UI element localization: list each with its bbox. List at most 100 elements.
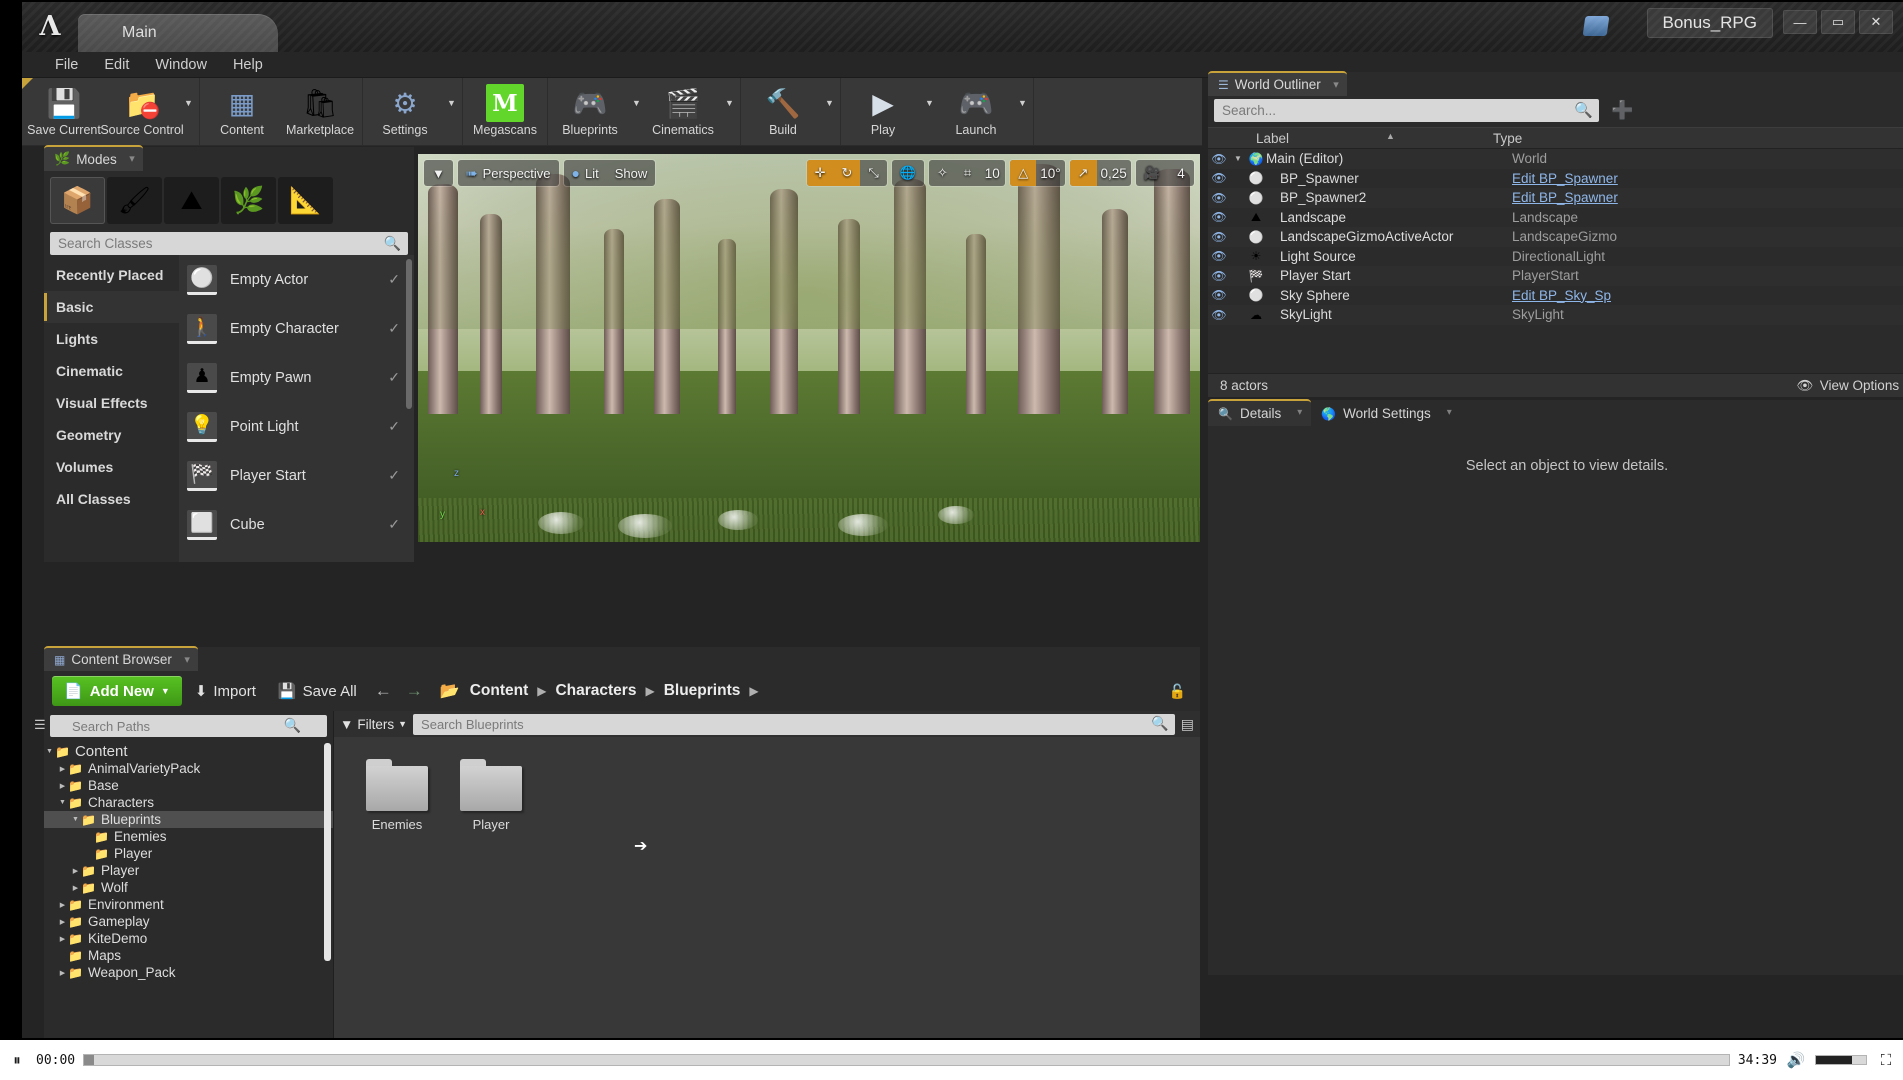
menu-window[interactable]: Window: [142, 54, 220, 76]
nav-back-button[interactable]: ←: [370, 681, 397, 701]
visibility-toggle-icon[interactable]: 👁: [1208, 230, 1230, 244]
tree-item[interactable]: ▼ 📁 Blueprints: [44, 811, 333, 828]
scale-snap-value[interactable]: 0,25: [1097, 160, 1131, 186]
expand-arrow-icon[interactable]: ▶: [57, 935, 68, 943]
outliner-row-type[interactable]: Edit BP_Spawner: [1512, 190, 1618, 205]
landscape-mode-button[interactable]: ⛰: [164, 177, 219, 224]
category-lights[interactable]: Lights: [44, 323, 179, 355]
visibility-toggle-icon[interactable]: 👁: [1208, 191, 1230, 205]
angle-snap-toggle[interactable]: △: [1010, 160, 1037, 186]
source-control-button[interactable]: 📁 ⛔ Source Control: [100, 78, 183, 145]
build-dropdown[interactable]: ▼: [822, 78, 837, 145]
camera-speed-value[interactable]: 4: [1168, 160, 1194, 186]
category-recently-placed[interactable]: Recently Placed: [44, 259, 179, 291]
camera-speed-icon[interactable]: 🎥: [1136, 160, 1168, 186]
expand-arrow-icon[interactable]: ▶: [70, 867, 81, 875]
expand-arrow-icon[interactable]: ▶: [57, 969, 68, 977]
cinematics-button[interactable]: 🎬 Cinematics: [644, 78, 722, 145]
volume-slider[interactable]: [1815, 1055, 1867, 1065]
tree-item[interactable]: ▶ 📁 Wolf: [44, 879, 333, 896]
table-row[interactable]: 👁 ⛰ Landscape Landscape: [1208, 208, 1903, 228]
fullscreen-icon[interactable]: ⛶: [1875, 1052, 1897, 1069]
volume-icon[interactable]: 🔊: [1785, 1051, 1807, 1069]
lock-icon[interactable]: 🔓: [1169, 683, 1192, 700]
blueprints-button[interactable]: 🎮 Blueprints: [551, 78, 629, 145]
visibility-toggle-icon[interactable]: 👁: [1208, 288, 1230, 302]
expand-arrow-icon[interactable]: ▼: [44, 748, 55, 755]
angle-snap-value[interactable]: 10°: [1036, 160, 1064, 186]
place-mode-button[interactable]: 📦: [50, 177, 105, 224]
tree-item[interactable]: 📁 Player: [44, 845, 333, 862]
tree-item[interactable]: ▼ 📁 Content: [44, 743, 333, 760]
expand-arrow-icon[interactable]: ▼: [57, 799, 68, 806]
list-item[interactable]: 🏁 Player Start ✓: [179, 451, 414, 500]
expand-arrow-icon[interactable]: ▶: [57, 782, 68, 790]
play-dropdown[interactable]: ▼: [922, 78, 937, 145]
close-icon[interactable]: ▾: [1447, 407, 1452, 418]
level-tab-main[interactable]: Main: [78, 14, 278, 52]
table-row[interactable]: 👁 ⚪ Sky Sphere Edit BP_Sky_Sp: [1208, 286, 1903, 306]
tree-item[interactable]: ▶ 📁 KiteDemo: [44, 930, 333, 947]
table-row[interactable]: 👁 ⚪ LandscapeGizmoActiveActor LandscapeGizm…: [1208, 227, 1903, 247]
table-row[interactable]: 👁 ▼ 🌍 Main (Editor) World: [1208, 149, 1903, 169]
table-row[interactable]: 👁 ⚪ BP_Spawner2 Edit BP_Spawner: [1208, 188, 1903, 208]
scale-snap-toggle[interactable]: ↗: [1069, 160, 1097, 186]
breadcrumb-characters[interactable]: Characters: [551, 682, 640, 700]
list-item[interactable]: ♟ Empty Pawn ✓: [179, 353, 414, 402]
column-header-type[interactable]: Type: [1493, 131, 1522, 146]
tree-item[interactable]: ▶ 📁 Weapon_Pack: [44, 964, 333, 981]
breadcrumb-content[interactable]: Content: [466, 682, 533, 700]
megascans-button[interactable]: M Megascans: [466, 78, 544, 145]
nav-forward-button[interactable]: →: [401, 681, 428, 701]
add-placeable-icon[interactable]: ✓: [388, 467, 400, 484]
add-actor-icon[interactable]: ➕: [1611, 100, 1633, 121]
category-all-classes[interactable]: All Classes: [44, 483, 179, 515]
assets-search-input[interactable]: Search Blueprints 🔍: [413, 713, 1175, 735]
close-button[interactable]: ✕: [1859, 10, 1893, 34]
view-mode-button[interactable]: ● Lit: [564, 160, 607, 186]
table-row[interactable]: 👁 ⚪ BP_Spawner Edit BP_Spawner: [1208, 169, 1903, 189]
table-row[interactable]: 👁 🏁 Player Start PlayerStart: [1208, 266, 1903, 286]
add-placeable-icon[interactable]: ✓: [388, 271, 400, 288]
import-button[interactable]: ⬇ Import: [186, 676, 265, 706]
save-all-button[interactable]: 💾 Save All: [269, 676, 366, 706]
settings-button[interactable]: ⚙ Settings: [366, 78, 444, 145]
visibility-toggle-icon[interactable]: 👁: [1208, 269, 1230, 283]
level-viewport[interactable]: z y x ▼ ➠ Perspective ● Lit Show ✛ ↻ ⤡ 🌐…: [418, 154, 1200, 542]
tree-item[interactable]: 📁 Maps: [44, 947, 333, 964]
expand-arrow-icon[interactable]: ▶: [57, 918, 68, 926]
build-button[interactable]: 🔨 Build: [744, 78, 822, 145]
launch-button[interactable]: 🎮 Launch: [937, 78, 1015, 145]
foliage-mode-button[interactable]: 🌿: [221, 177, 276, 224]
close-icon[interactable]: ▾: [184, 653, 190, 666]
tab-modes[interactable]: 🌿 Modes ▾: [44, 145, 143, 171]
maximize-button[interactable]: ▭: [1821, 10, 1855, 34]
viewport-options-menu[interactable]: ▼: [424, 160, 453, 186]
outliner-search-input[interactable]: Search... 🔍: [1214, 99, 1599, 122]
list-item[interactable]: ⬜ Cube ✓: [179, 500, 414, 549]
scale-gizmo-button[interactable]: ⤡: [860, 160, 886, 186]
list-item[interactable]: 💡 Point Light ✓: [179, 402, 414, 451]
visibility-toggle-icon[interactable]: 👁: [1208, 210, 1230, 224]
close-icon[interactable]: ▾: [1297, 407, 1302, 418]
outliner-row-type[interactable]: Edit BP_Sky_Sp: [1512, 288, 1611, 303]
marketplace-button[interactable]: 🛍 Marketplace: [281, 78, 359, 145]
menu-help[interactable]: Help: [220, 54, 276, 76]
menu-file[interactable]: File: [42, 54, 91, 76]
breadcrumb-blueprints[interactable]: Blueprints: [660, 682, 745, 700]
launch-dropdown[interactable]: ▼: [1015, 78, 1030, 145]
visibility-toggle-icon[interactable]: 👁: [1208, 308, 1230, 322]
blueprints-dropdown[interactable]: ▼: [629, 78, 644, 145]
expand-arrow-icon[interactable]: ▶: [70, 884, 81, 892]
table-row[interactable]: 👁 ☀ Light Source DirectionalLight: [1208, 247, 1903, 267]
tree-item[interactable]: ▶ 📁 Player: [44, 862, 333, 879]
show-menu-button[interactable]: Show: [607, 160, 656, 186]
rotate-gizmo-button[interactable]: ↻: [833, 160, 861, 186]
category-geometry[interactable]: Geometry: [44, 419, 179, 451]
tree-item[interactable]: ▶ 📁 Base: [44, 777, 333, 794]
list-item[interactable]: 🚶 Empty Character ✓: [179, 304, 414, 353]
expand-arrow-icon[interactable]: ▼: [70, 816, 81, 823]
grid-snap-toggle[interactable]: ⌗: [956, 160, 979, 186]
tree-item[interactable]: ▶ 📁 Gameplay: [44, 913, 333, 930]
close-icon[interactable]: ▾: [129, 152, 135, 165]
